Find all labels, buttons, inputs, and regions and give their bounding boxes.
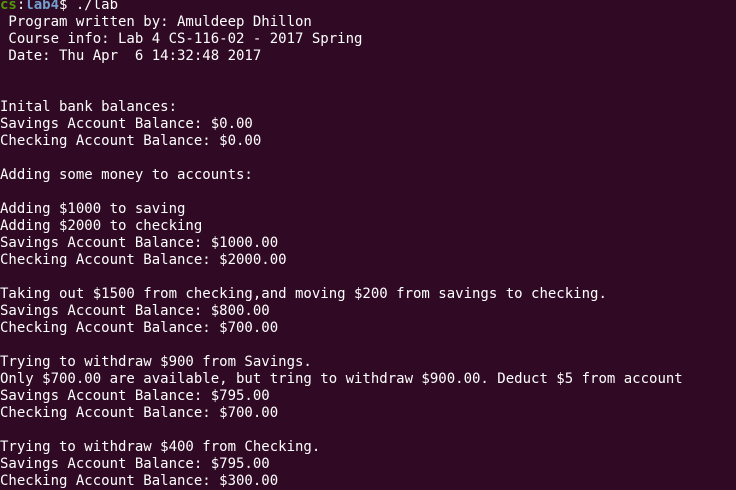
output-line: Savings Account Balance: $795.00	[0, 456, 270, 472]
output-line: Checking Account Balance: $300.00	[0, 473, 279, 489]
output-line: Inital bank balances:	[0, 99, 178, 115]
output-line: Date: Thu Apr 6 14:32:48 2017	[0, 48, 262, 64]
output-line: Course info: Lab 4 CS-116-02 - 2017 Spri…	[0, 31, 363, 47]
output-line: Trying to withdraw $400 from Checking.	[0, 439, 321, 455]
prompt-symbol: $	[59, 0, 76, 13]
output-line: Savings Account Balance: $1000.00	[0, 235, 279, 251]
output-line: Trying to withdraw $900 from Savings.	[0, 354, 312, 370]
output-line: Adding $1000 to saving	[0, 201, 186, 217]
output-line: Checking Account Balance: $700.00	[0, 320, 279, 336]
output-line: Savings Account Balance: $795.00	[0, 388, 270, 404]
prompt-path: lab4	[25, 0, 60, 13]
output-line: Only $700.00 are available, but tring to…	[0, 371, 683, 387]
output-line: Adding some money to accounts:	[0, 167, 253, 183]
output-line: Adding $2000 to checking	[0, 218, 203, 234]
prompt-line: cs:lab4$ ./lab	[0, 0, 118, 14]
output-line: Savings Account Balance: $0.00	[0, 116, 253, 132]
output-line: Taking out $1500 from checking,and movin…	[0, 286, 607, 302]
output-line: Program written by: Amuldeep Dhillon	[0, 14, 312, 30]
output-line: Checking Account Balance: $700.00	[0, 405, 279, 421]
output-line: Checking Account Balance: $2000.00	[0, 252, 287, 268]
output-line: Checking Account Balance: $0.00	[0, 133, 262, 149]
terminal-window[interactable]: cs:lab4$ ./lab Program written by: Amuld…	[0, 0, 736, 490]
prompt-command: ./lab	[75, 0, 119, 13]
prompt-user: cs	[0, 0, 17, 13]
output-line: Savings Account Balance: $800.00	[0, 303, 270, 319]
